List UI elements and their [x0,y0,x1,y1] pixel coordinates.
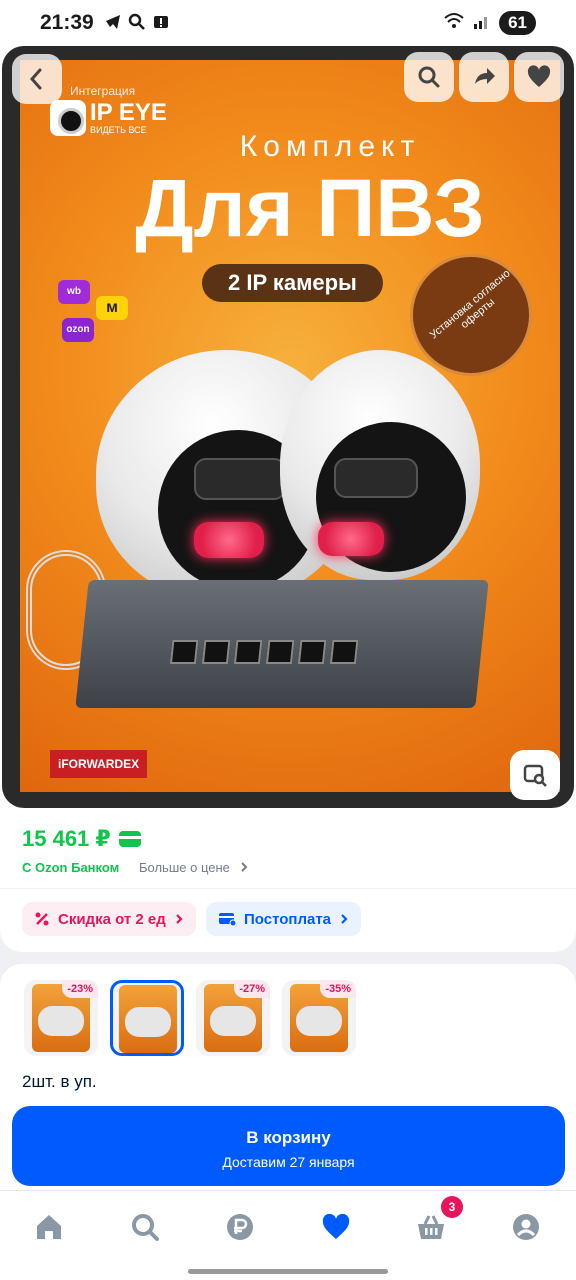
telegram-icon [104,13,122,31]
chevron-right-icon [341,914,348,924]
profile-icon [513,1214,539,1240]
product-image[interactable]: Интеграция IP EYE ВИДЕТЬ ВСЕ Комплект Дл… [20,60,560,792]
nav-favorites[interactable] [316,1209,356,1245]
back-arrow-icon [29,68,42,90]
variant-thumb-selected[interactable] [110,980,184,1056]
add-to-cart-label: В корзину [246,1128,331,1147]
home-icon [37,1215,61,1239]
search-icon [418,66,440,88]
share-button[interactable] [459,52,509,102]
discount-chip[interactable]: Скидка от 2 ед [22,902,196,936]
cart-count-badge: 3 [441,1196,463,1218]
bank-label: С Ozon Банком [22,860,120,875]
ruble-icon [227,1214,253,1240]
postpay-chip[interactable]: Постоплата [206,902,362,936]
back-button[interactable] [12,54,62,104]
camera-right-lens [334,458,418,498]
wallet-icon [219,913,236,927]
search-button[interactable] [404,52,454,102]
heart-icon [527,65,551,87]
share-icon [475,68,495,84]
install-badge-text: Установка согласно оферты [427,267,513,342]
nav-profile[interactable] [506,1209,546,1245]
camera-right-ir [318,522,384,556]
product-gallery[interactable]: Интеграция IP EYE ВИДЕТЬ ВСЕ Комплект Дл… [0,46,576,810]
divider [0,888,576,889]
wifi-icon [443,12,465,35]
variant-thumb[interactable]: -27% [196,980,270,1056]
home-indicator [188,1269,388,1274]
chevron-right-icon [240,862,247,872]
status-bar: 21:39 61 [0,0,576,46]
nav-finance[interactable] [220,1209,260,1245]
variant-label: 2шт. в уп. [22,1072,97,1091]
camera-left-lens [194,458,286,500]
variant-discount: -35% [320,980,356,998]
nav-search[interactable] [125,1209,165,1245]
favorite-button[interactable] [514,52,564,102]
delivery-date: Доставим 27 января [222,1154,355,1170]
variant-discount: -27% [234,980,270,998]
cart-area: В корзину Доставим 27 января [0,1094,576,1190]
signal-icon [473,12,491,35]
nav-home[interactable] [29,1209,69,1245]
wb-badge: wb [58,280,90,304]
basket-icon [418,1215,444,1239]
price-details-link[interactable]: Больше о цене [139,860,250,875]
status-time: 21:39 [40,11,94,34]
variant-image [119,985,177,1053]
chevron-right-icon [176,914,183,924]
search-status-icon [128,13,146,31]
poster-kit-text: Комплект [239,130,421,163]
poster-pill: 2 IP камеры [202,264,383,302]
search-icon [132,1214,159,1241]
heart-icon [322,1213,350,1239]
poe-switch [75,580,489,708]
status-right: 61 [443,11,536,35]
percent-icon [35,912,49,926]
variant-thumb[interactable]: -23% [24,980,98,1056]
bank-card-icon [118,831,141,847]
image-search-icon [523,764,547,787]
variant-discount: -23% [62,980,98,998]
price[interactable]: 15 461 ₽ [22,826,141,852]
variant-thumb[interactable]: -35% [282,980,356,1056]
add-to-cart-button[interactable]: В корзину Доставим 27 января [12,1106,565,1186]
ozon-badge: ozon [62,318,94,342]
maker-logo: iFORWARDEX [50,750,148,778]
discount-chip-label: Скидка от 2 ед [58,910,166,928]
status-icons [104,13,170,31]
integration-label: Интеграция [70,84,136,98]
camera-left-ir [194,522,264,558]
postpay-chip-label: Постоплата [244,910,332,928]
price-details-label: Больше о цене [139,860,230,875]
battery-level: 61 [499,11,536,35]
visual-search-button[interactable] [510,750,560,800]
product-image-frame: Интеграция IP EYE ВИДЕТЬ ВСЕ Комплект Дл… [2,46,574,808]
alert-icon [152,13,170,31]
price-card: 15 461 ₽ С Ozon Банком Больше о цене Ски… [0,810,576,952]
poster-title: Для ПВЗ [135,163,485,254]
yandex-market-badge: м [96,296,128,320]
price-value: 15 461 ₽ [22,826,111,851]
install-badge: Установка согласно оферты [410,254,532,376]
brand-name: IP EYE [90,98,167,126]
bottom-nav: 3 [0,1190,576,1280]
variants-card: -23% -27% -35% 2шт. в уп. [0,964,576,1094]
switch-ports [169,640,359,664]
